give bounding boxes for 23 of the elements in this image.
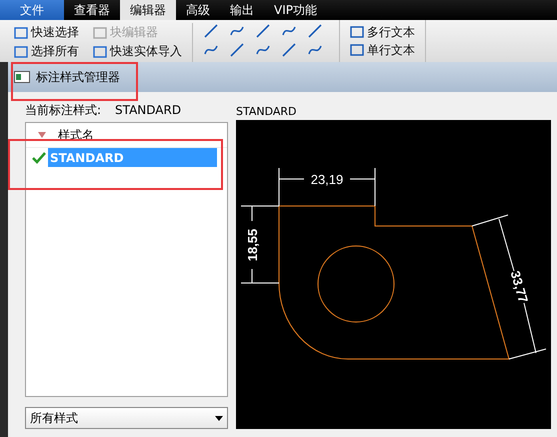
menu-tab[interactable]: 输出 [220,0,264,20]
ribbon-button[interactable]: 多行文本 [350,23,415,41]
aligned-dimension: 33,77 [472,214,546,360]
current-style-value: STANDARD [115,103,182,117]
ribbon-button[interactable]: 快速选择 [14,23,79,42]
vertical-dimension: 18,55 [240,206,280,284]
dropdown-arrow-icon [215,416,223,420]
horizontal-dimension: 23,19 [278,168,376,206]
sort-arrow-icon [38,132,46,138]
menu-tab[interactable]: VIP功能 [264,0,327,20]
menu-tab[interactable]: 高级 [176,0,220,20]
menu-tab[interactable]: 文件 [0,0,64,20]
ribbon-button[interactable]: 选择所有 [14,42,79,61]
menu-tab[interactable]: 编辑器 [120,0,176,20]
window-icon [14,71,30,83]
current-style-label: 当前标注样式: [25,102,102,118]
preview-title: STANDARD [236,104,298,120]
filter-dropdown[interactable]: 所有样式 [25,407,228,429]
menu-tab[interactable]: 查看器 [64,0,120,20]
dialog-title: 标注样式管理器 [36,68,120,86]
line-icon[interactable] [203,23,219,39]
ribbon-button[interactable]: 单行文本 [350,41,415,59]
ribbon-button[interactable]: 快速实体导入 [93,42,182,61]
